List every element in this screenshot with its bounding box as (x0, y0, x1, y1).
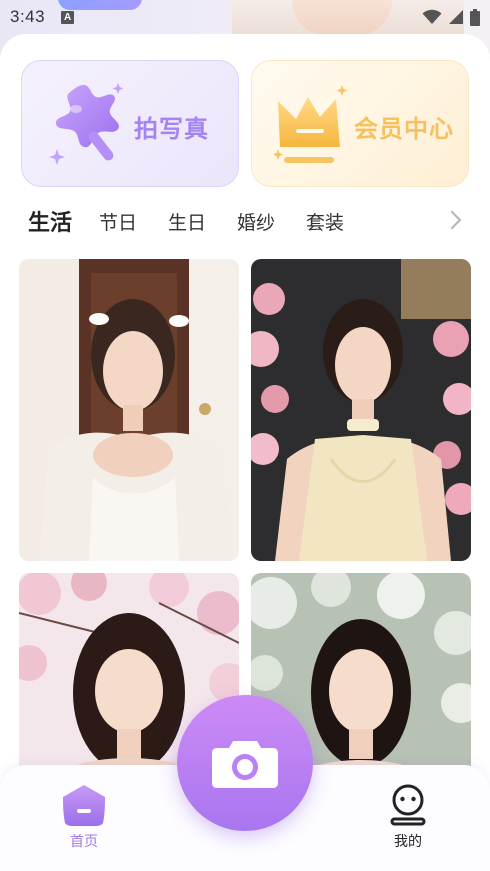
nav-home[interactable]: 首页 (44, 783, 124, 851)
signal-icon (449, 10, 463, 24)
wifi-icon (422, 9, 442, 24)
crown-icon (274, 85, 348, 163)
tab-outfit[interactable]: 套装 (306, 208, 344, 235)
tab-wedding[interactable]: 婚纱 (237, 208, 275, 235)
user-icon (390, 784, 426, 826)
home-icon (63, 785, 105, 826)
camera-icon (212, 741, 278, 788)
nav-mine[interactable]: 我的 (368, 783, 448, 851)
tab-life[interactable]: 生活 (28, 205, 72, 237)
tab-birthday[interactable]: 生日 (168, 208, 206, 235)
camera-button[interactable] (177, 695, 313, 831)
notification-badge-icon: A (61, 10, 75, 24)
status-icons (422, 8, 480, 26)
tab-festival[interactable]: 节日 (99, 208, 137, 235)
status-bar: 3:43 A (0, 0, 490, 34)
category-tabs: 生活 节日 生日 婚纱 套装 (0, 202, 490, 242)
photo-card[interactable] (251, 259, 471, 561)
photo-shoot-label: 拍写真 (134, 115, 209, 143)
nav-mine-label: 我的 (394, 834, 422, 850)
magic-wand-icon (49, 83, 124, 165)
photo-card[interactable] (19, 259, 239, 561)
vip-center-label: 会员中心 (354, 115, 454, 143)
chevron-right-icon[interactable] (448, 210, 464, 230)
photo-shoot-card[interactable]: 拍写真 (21, 60, 239, 187)
status-time: 3:43 (10, 7, 46, 26)
vip-center-card[interactable]: 会员中心 (251, 60, 469, 187)
battery-icon (470, 8, 480, 26)
nav-home-label: 首页 (70, 834, 98, 850)
